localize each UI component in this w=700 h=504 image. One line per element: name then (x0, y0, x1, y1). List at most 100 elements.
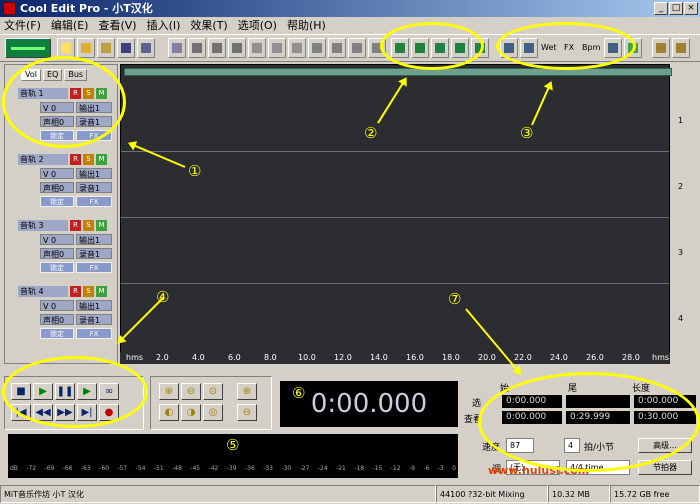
meter-label: -12 (390, 465, 401, 472)
callout-ellipse (478, 372, 700, 472)
app-icon[interactable] (3, 2, 16, 15)
menu-view[interactable]: 查看(V) (98, 17, 136, 34)
zoom-out-icon[interactable]: ⊖ (181, 383, 201, 400)
open-session-icon[interactable] (97, 38, 115, 58)
close-button[interactable]: × (684, 2, 698, 15)
callout-ellipse (2, 356, 148, 428)
maximize-button[interactable]: □ (669, 2, 683, 15)
callout-number-4: ④ (156, 288, 170, 306)
ruler-label: 18.0 (442, 353, 460, 362)
pan-field[interactable]: 声相0 (40, 182, 74, 193)
session-overview-bar[interactable] (124, 68, 672, 76)
track-3: 音轨 3 R S M V 0 输出1 声相0 录音1 锁定 FX (18, 220, 114, 282)
menu-effects[interactable]: 效果(T) (190, 17, 227, 34)
status-bar: MiT音乐作坊 小T 汉化 44100 ?32-bit Mixing 10.32… (0, 484, 700, 504)
meter-label: -6 (423, 465, 430, 472)
save-all-icon[interactable] (137, 38, 155, 58)
split-icon[interactable] (268, 38, 286, 58)
lock-button[interactable]: 锁定 (40, 196, 74, 207)
track-name[interactable]: 音轨 2 (18, 154, 68, 165)
settings-icon[interactable] (652, 38, 670, 58)
menu-edit[interactable]: 编辑(E) (51, 17, 89, 34)
solo-button[interactable]: S (83, 220, 94, 231)
time-ruler[interactable]: hms 2.0 4.0 6.0 8.0 10.0 12.0 14.0 16.0 … (120, 352, 670, 364)
meter-label: -45 (190, 465, 201, 472)
lane-number-column: 1 2 3 4 (674, 64, 700, 364)
meter-label: -27 (299, 465, 310, 472)
undo-icon[interactable] (168, 38, 186, 58)
ruler-label: 20.0 (478, 353, 496, 362)
minimize-button[interactable]: _ (654, 2, 668, 15)
pan-field[interactable]: 声相0 (40, 248, 74, 259)
record-arm-button[interactable]: R (70, 220, 81, 231)
zoom-full-icon[interactable]: ⊙ (203, 383, 223, 400)
fx-button[interactable]: FX (76, 262, 112, 273)
volume-field[interactable]: V 0 (40, 300, 74, 311)
menu-insert[interactable]: 插入(I) (147, 17, 181, 34)
zoom-selection-icon[interactable]: ◎ (203, 404, 223, 421)
fx-button[interactable]: FX (76, 328, 112, 339)
track-name[interactable]: 音轨 4 (18, 286, 68, 297)
menu-file[interactable]: 文件(F) (4, 17, 41, 34)
open-folder-icon[interactable] (77, 38, 95, 58)
scissors-icon[interactable] (248, 38, 266, 58)
ruler-label: 14.0 (370, 353, 388, 362)
volume-field[interactable]: V 0 (40, 168, 74, 179)
pan-field[interactable]: 声相0 (40, 314, 74, 325)
meter-label: -60 (99, 465, 110, 472)
zoom-out-vertical-icon[interactable]: ⊖ (237, 404, 257, 421)
save-icon[interactable] (117, 38, 135, 58)
record-arm-button[interactable]: R (70, 154, 81, 165)
waveform-view-button[interactable] (5, 38, 51, 58)
mute-button[interactable]: M (96, 154, 107, 165)
meter-label: -36 (244, 465, 255, 472)
record-arm-button[interactable]: R (70, 286, 81, 297)
record-input-field[interactable]: 录音1 (76, 314, 112, 325)
paste-icon[interactable] (228, 38, 246, 58)
menu-help[interactable]: 帮助(H) (287, 17, 326, 34)
time-display: 0:00.000 (280, 381, 458, 427)
callout-number-5: ⑤ (226, 436, 240, 454)
zoom-in-vertical-icon[interactable]: ⊕ (237, 383, 257, 400)
record-input-field[interactable]: 录音1 (76, 248, 112, 259)
meter-label: -15 (372, 465, 383, 472)
title-bar[interactable]: Cool Edit Pro - 小T汉化 (0, 0, 700, 17)
zoom-in-icon[interactable]: ⊕ (159, 383, 179, 400)
ruler-label: 22.0 (514, 353, 532, 362)
mute-button[interactable]: M (96, 220, 107, 231)
output-field[interactable]: 输出1 (76, 300, 112, 311)
lane-number: 3 (678, 248, 684, 257)
output-field[interactable]: 输出1 (76, 234, 112, 245)
multitrack-area[interactable] (120, 64, 670, 364)
callout-ellipse (380, 22, 484, 70)
mute-button[interactable]: M (96, 286, 107, 297)
copy-icon[interactable] (208, 38, 226, 58)
mix-icon[interactable] (348, 38, 366, 58)
solo-button[interactable]: S (83, 154, 94, 165)
record-input-field[interactable]: 录音1 (76, 182, 112, 193)
track-2: 音轨 2 R S M V 0 输出1 声相0 录音1 锁定 FX (18, 154, 114, 216)
cut-icon[interactable] (188, 38, 206, 58)
output-field[interactable]: 输出1 (76, 168, 112, 179)
lock-button[interactable]: 锁定 (40, 262, 74, 273)
zoom-right-icon[interactable]: ◑ (181, 404, 201, 421)
meter-label: dB (10, 465, 18, 472)
merge-icon[interactable] (288, 38, 306, 58)
selection-row-label: 选 (472, 399, 482, 409)
solo-button[interactable]: S (83, 286, 94, 297)
callout-number-3: ③ (520, 124, 534, 142)
callout-ellipse (496, 22, 636, 70)
menu-options[interactable]: 选项(O) (238, 17, 277, 34)
new-file-icon[interactable] (57, 38, 75, 58)
meter-label: -66 (62, 465, 73, 472)
callout-number-2: ② (364, 124, 378, 142)
envelope-icon[interactable] (308, 38, 326, 58)
track-name[interactable]: 音轨 3 (18, 220, 68, 231)
lock-button[interactable]: 锁定 (40, 328, 74, 339)
fx-button[interactable]: FX (76, 196, 112, 207)
grid-icon[interactable] (328, 38, 346, 58)
volume-field[interactable]: V 0 (40, 234, 74, 245)
help-icon[interactable] (672, 38, 690, 58)
zoom-left-icon[interactable]: ◐ (159, 404, 179, 421)
meter-label: -3 (437, 465, 444, 472)
